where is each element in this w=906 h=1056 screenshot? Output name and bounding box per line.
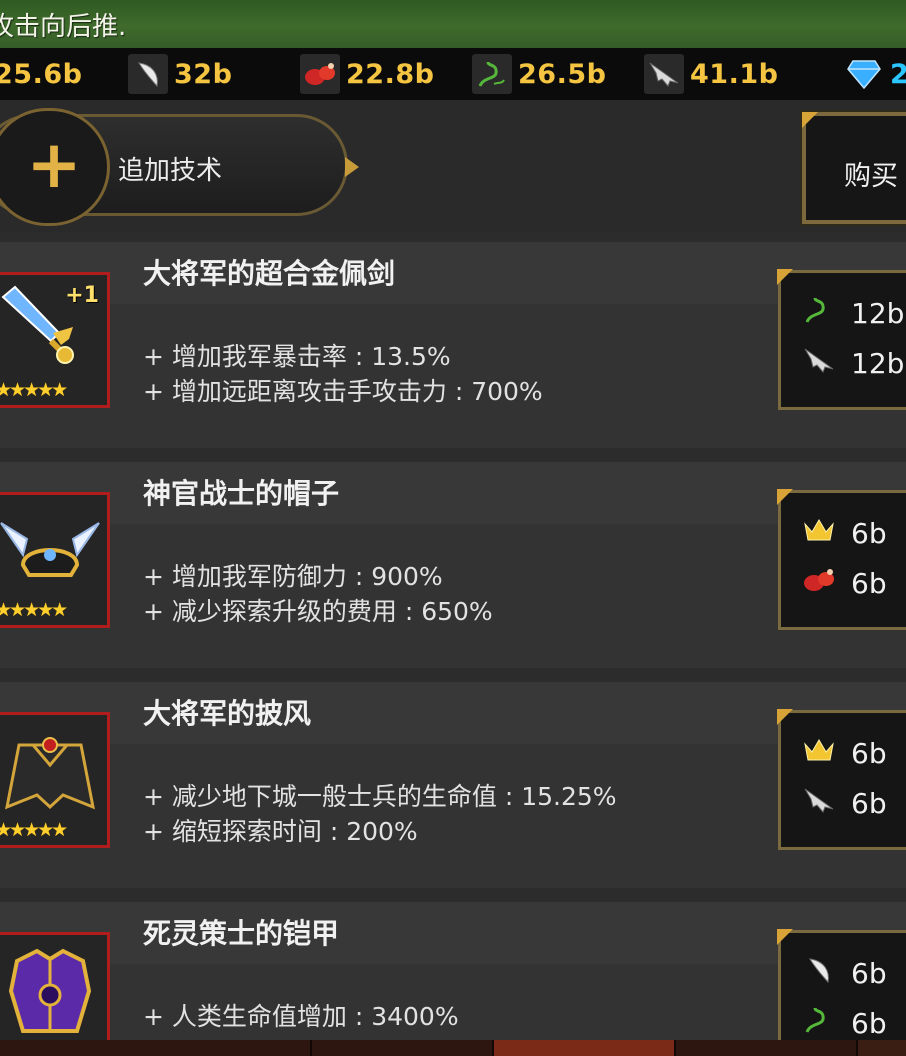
crown-icon bbox=[801, 736, 837, 770]
item-stat: + 增加远距离攻击手攻击力 : 700% bbox=[143, 377, 543, 406]
resource-value: 41.1b bbox=[690, 58, 779, 90]
meat-icon bbox=[801, 565, 837, 601]
bottom-nav bbox=[0, 1040, 906, 1056]
banner-text: 攻击向后推. bbox=[0, 12, 127, 42]
winged-helmet-icon bbox=[0, 522, 100, 577]
vine-icon bbox=[801, 294, 837, 332]
resource-vine: 26.5b bbox=[472, 54, 606, 94]
price-button[interactable]: 6b 6b bbox=[777, 929, 906, 1040]
price-value: 6b bbox=[851, 736, 887, 770]
armor-icon bbox=[8, 948, 92, 1033]
item-stat: + 增加我军暴击率 : 13.5% bbox=[143, 342, 451, 371]
item-stat: + 人类生命值增加 : 3400% bbox=[143, 1002, 459, 1031]
bat-wing-icon bbox=[644, 54, 684, 94]
item-title: 大将军的披风 bbox=[143, 697, 312, 730]
list-item[interactable]: 大将军的披风 ★★★★★ + 减少地下城一般士兵的生命值 : 15.25% + … bbox=[0, 682, 906, 888]
claw-icon bbox=[128, 54, 168, 94]
price-value: 12b bbox=[851, 296, 905, 330]
resource-wing-feather: 25.6b bbox=[0, 54, 82, 94]
price-row: 12b bbox=[801, 341, 904, 385]
price-value: 6b bbox=[851, 566, 887, 600]
nav-tab[interactable] bbox=[494, 1040, 676, 1056]
vine-icon bbox=[801, 1004, 837, 1040]
price-button[interactable]: 6b 6b bbox=[777, 709, 906, 850]
claw-icon bbox=[801, 955, 837, 991]
price-value: 12b bbox=[851, 346, 905, 380]
star-rating: ★★★★★ bbox=[0, 379, 68, 401]
item-stat: + 缩短探索时间 : 200% bbox=[143, 817, 418, 846]
frame-corner bbox=[802, 112, 818, 128]
bat-wing-icon bbox=[801, 785, 837, 821]
resource-meat: 22.8b bbox=[300, 54, 434, 94]
price-row: 12b bbox=[801, 291, 904, 335]
diamond-icon bbox=[844, 54, 884, 94]
price-value: 6b bbox=[851, 516, 887, 550]
add-tech-label: 追加技术 bbox=[118, 156, 223, 186]
price-value: 6b bbox=[851, 956, 887, 990]
item-stat: + 减少探索升级的费用 : 650% bbox=[143, 597, 493, 626]
item-title: 大将军的超合金佩剑 bbox=[143, 257, 396, 290]
meat-icon bbox=[300, 54, 340, 94]
resource-bat-wing: 41.1b bbox=[644, 54, 778, 94]
level-badge: +1 bbox=[65, 283, 99, 308]
price-row: 6b bbox=[801, 511, 887, 555]
list-item[interactable]: 神官战士的帽子 ★★★★★ + 增加我军防御力 : 900% + 减少探索升级的… bbox=[0, 462, 906, 668]
resource-diamond: 2 bbox=[844, 54, 906, 94]
item-icon[interactable]: ★★★★★ bbox=[0, 932, 110, 1040]
frame-corner bbox=[777, 269, 793, 285]
item-title: 神官战士的帽子 bbox=[143, 477, 340, 510]
star-rating: ★★★★★ bbox=[0, 599, 68, 621]
price-button[interactable]: 12b 12b bbox=[777, 269, 906, 410]
price-value: 6b bbox=[851, 1006, 887, 1040]
item-icon[interactable]: ★★★★★ bbox=[0, 492, 110, 628]
list-item[interactable]: 大将军的超合金佩剑 +1 ★★★★★ + 增加我军暴击率 : 13.5% + 增… bbox=[0, 242, 906, 448]
frame-corner bbox=[777, 929, 793, 945]
bat-wing-icon bbox=[801, 345, 837, 381]
nav-tab[interactable] bbox=[676, 1040, 858, 1056]
resource-claw: 32b bbox=[128, 54, 232, 94]
nav-tab[interactable] bbox=[312, 1040, 494, 1056]
resource-value: 2 bbox=[890, 58, 906, 90]
star-rating: ★★★★★ bbox=[0, 819, 68, 841]
message-banner: 攻击向后推. bbox=[0, 0, 906, 48]
price-row: 6b bbox=[801, 1001, 887, 1040]
price-row: 6b bbox=[801, 951, 887, 995]
resource-value: 32b bbox=[174, 58, 233, 90]
cape-icon bbox=[5, 737, 95, 810]
list-item[interactable]: 死灵策士的铠甲 ★★★★★ + 人类生命值增加 : 3400% 6b 6b bbox=[0, 902, 906, 1040]
item-icon[interactable]: ★★★★★ bbox=[0, 712, 110, 848]
buy-button[interactable]: 购买 bbox=[800, 110, 906, 226]
item-title: 死灵策士的铠甲 bbox=[143, 917, 340, 950]
plus-icon: + bbox=[26, 126, 82, 203]
price-button[interactable]: 6b 6b bbox=[777, 489, 906, 630]
price-value: 6b bbox=[851, 786, 887, 820]
price-row: 6b bbox=[801, 731, 887, 775]
price-row: 6b bbox=[801, 561, 887, 605]
frame-corner bbox=[777, 709, 793, 725]
vine-icon bbox=[472, 54, 512, 94]
resource-value: 22.8b bbox=[346, 58, 435, 90]
frame-corner bbox=[777, 489, 793, 505]
item-icon[interactable]: +1 ★★★★★ bbox=[0, 272, 110, 408]
item-stat: + 增加我军防御力 : 900% bbox=[143, 562, 443, 591]
buy-label: 购买 bbox=[844, 161, 898, 192]
resource-value: 25.6b bbox=[0, 58, 83, 90]
item-stat: + 减少地下城一般士兵的生命值 : 15.25% bbox=[143, 782, 617, 811]
resource-value: 26.5b bbox=[518, 58, 607, 90]
resource-bar: 25.6b 32b 22.8b 26.5b 41.1b 2 bbox=[0, 48, 906, 100]
nav-tab[interactable] bbox=[130, 1040, 312, 1056]
price-row: 6b bbox=[801, 781, 887, 825]
crown-icon bbox=[801, 516, 837, 550]
chevron-right-icon bbox=[345, 157, 359, 177]
